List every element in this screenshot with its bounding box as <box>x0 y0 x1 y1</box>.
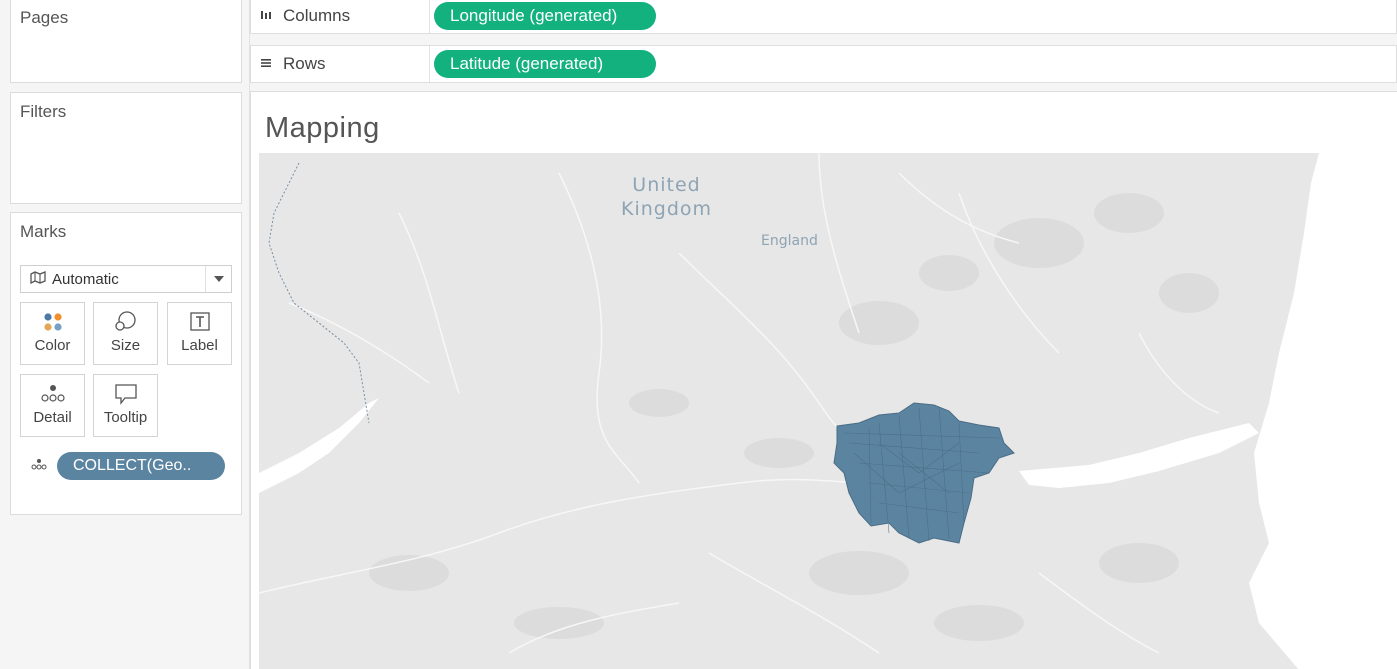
tooltip-label: Tooltip <box>103 409 148 426</box>
columns-icon <box>260 9 274 23</box>
size-label: Size <box>110 337 141 354</box>
marks-label: Marks <box>20 222 67 241</box>
tableau-worksheet: Pages Filters Marks Automatic Color Size… <box>0 0 1397 669</box>
columns-label: Columns <box>283 6 351 25</box>
mark-type-dropdown[interactable]: Automatic <box>20 265 232 293</box>
color-button[interactable]: Color <box>20 302 85 365</box>
columns-header: Columns <box>251 0 430 33</box>
left-panel: Pages Filters Marks Automatic Color Size… <box>0 0 250 669</box>
color-label: Color <box>34 337 71 354</box>
map-mark-icon <box>30 271 50 287</box>
filters-label: Filters <box>20 102 67 121</box>
rows-label: Rows <box>283 54 326 73</box>
marks-card: Marks Automatic Color Size Label Detail … <box>10 212 242 515</box>
worksheet-view: Mapping United Kingdom England <box>250 91 1397 669</box>
columns-shelf[interactable]: Columns Longitude (generated) <box>250 0 1397 34</box>
map-canvas[interactable]: United Kingdom England <box>259 153 1397 669</box>
collect-geometry-pill[interactable]: COLLECT(Geo.. <box>57 452 225 480</box>
map-label-uk: United Kingdom <box>621 174 713 220</box>
label-icon <box>168 303 231 337</box>
worksheet-title[interactable]: Mapping <box>265 112 380 145</box>
chevron-down-icon[interactable] <box>205 266 231 292</box>
detail-label: Detail <box>33 409 72 426</box>
marks-field-row: COLLECT(Geo.. <box>31 452 225 480</box>
pages-shelf[interactable]: Pages <box>10 0 242 83</box>
size-button[interactable]: Size <box>93 302 158 365</box>
detail-button[interactable]: Detail <box>20 374 85 437</box>
rows-shelf[interactable]: Rows Latitude (generated) <box>250 45 1397 83</box>
detail-small-icon <box>31 457 47 475</box>
detail-icon <box>21 375 84 409</box>
mark-type-value: Automatic <box>52 270 119 288</box>
map-label-england: England <box>761 233 818 249</box>
tooltip-icon <box>94 375 157 409</box>
color-icon <box>21 303 84 337</box>
pages-label: Pages <box>20 8 69 27</box>
latitude-pill[interactable]: Latitude (generated) <box>434 50 656 78</box>
filters-shelf[interactable]: Filters <box>10 92 242 204</box>
basemap <box>259 153 1397 669</box>
tooltip-button[interactable]: Tooltip <box>93 374 158 437</box>
longitude-pill[interactable]: Longitude (generated) <box>434 2 656 30</box>
rows-icon <box>260 57 274 71</box>
size-icon <box>94 303 157 337</box>
rows-header: Rows <box>251 46 430 82</box>
label-label: Label <box>181 337 218 354</box>
label-button[interactable]: Label <box>167 302 232 365</box>
london-geometry <box>833 402 1015 544</box>
